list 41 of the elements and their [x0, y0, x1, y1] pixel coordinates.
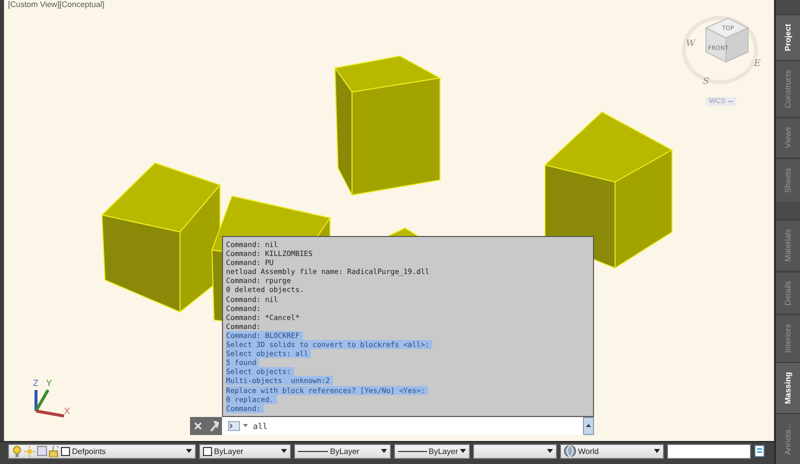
palette-tab[interactable]: Project	[776, 14, 800, 60]
palette-tab[interactable]: Sheets	[776, 158, 800, 202]
plot-style-dropdown[interactable]	[473, 444, 557, 458]
command-input-field[interactable]: all	[222, 417, 583, 435]
dropdown-arrow-icon[interactable]	[243, 424, 248, 428]
y-axis-label: Y	[46, 378, 52, 388]
history-scroll-button[interactable]	[583, 417, 594, 435]
linetype-dropdown[interactable]: ByLayer	[294, 444, 391, 458]
palette-tab[interactable]: Annota...	[776, 412, 800, 464]
palette-tab[interactable]: Constructs	[776, 60, 800, 118]
compass-west-label[interactable]: W	[686, 39, 696, 49]
line-sample-icon	[398, 450, 427, 452]
document-icon[interactable]	[754, 445, 766, 457]
palette-tab[interactable]: Views	[776, 117, 800, 158]
lock-icon	[49, 446, 59, 456]
globe-icon	[564, 445, 576, 457]
z-axis-label: Z	[33, 378, 38, 388]
color-swatch-icon	[61, 446, 70, 456]
text-field[interactable]	[667, 444, 751, 458]
layer-dropdown[interactable]: Defpoints	[8, 444, 196, 458]
lightbulb-icon	[12, 446, 22, 456]
palette-tab[interactable]: Materials	[776, 219, 800, 271]
palette-tab[interactable]: Interiors	[776, 314, 800, 362]
ucs-axes-icon	[34, 389, 64, 418]
compass-south-label[interactable]: S	[703, 77, 710, 87]
command-bar-grip[interactable]	[190, 417, 222, 435]
close-icon[interactable]	[194, 422, 202, 430]
prompt-icon	[228, 421, 240, 431]
color-dropdown[interactable]: ByLayer	[199, 444, 291, 458]
sun-icon	[24, 446, 35, 456]
up-arrow-icon	[586, 424, 591, 428]
palette-tab[interactable]: Details	[776, 270, 800, 314]
palette-tab[interactable]: Massing	[776, 362, 800, 413]
color-swatch-icon	[203, 446, 212, 456]
line-sample-icon	[298, 450, 328, 452]
ucs-dropdown[interactable]: World	[560, 444, 664, 458]
viewport-label[interactable]: [Custom View][Conceptual]	[8, 0, 104, 9]
x-axis-label: X	[64, 406, 70, 416]
compass-east-label[interactable]: E	[754, 59, 761, 69]
lineweight-dropdown[interactable]: ByLayer	[394, 444, 470, 458]
viewport-freeze-icon	[37, 446, 47, 456]
